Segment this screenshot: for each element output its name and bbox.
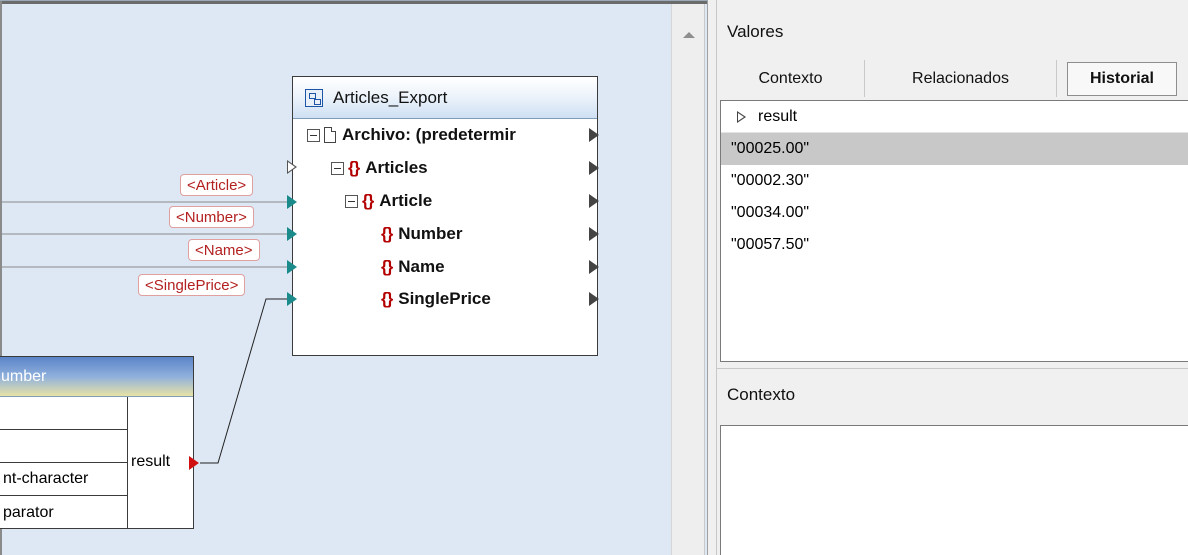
- function-param[interactable]: [0, 397, 128, 430]
- output-port-number[interactable]: [589, 227, 599, 241]
- tree-label: Number: [398, 224, 463, 243]
- function-param[interactable]: nt-character: [0, 463, 128, 496]
- context-content[interactable]: [720, 425, 1188, 555]
- collapse-icon[interactable]: [345, 194, 358, 208]
- tree-label: SinglePrice: [398, 289, 491, 308]
- context-pane: Contexto: [717, 368, 1188, 555]
- element-icon: {}: [381, 257, 393, 276]
- connection-label-singleprice[interactable]: <SinglePrice>: [138, 274, 246, 296]
- connection-label-article[interactable]: <Article>: [180, 174, 254, 196]
- list-item[interactable]: "00025.00": [721, 133, 1188, 165]
- connection-label-number[interactable]: <Number>: [169, 206, 254, 228]
- connection-label-name[interactable]: <Name>: [188, 239, 260, 261]
- tree-row-archivo[interactable]: Archivo: (predetermir: [307, 121, 516, 149]
- function-params: nt-character parator: [0, 397, 128, 529]
- tree-row-articles[interactable]: {} Articles: [331, 154, 428, 182]
- values-column-header[interactable]: result: [721, 101, 1188, 133]
- list-item[interactable]: "00057.50": [721, 229, 1188, 261]
- tree-row-article[interactable]: {} Article: [345, 187, 432, 215]
- output-port-archivo[interactable]: [589, 128, 599, 142]
- collapse-icon[interactable]: [307, 128, 320, 142]
- function-param[interactable]: [0, 430, 128, 463]
- tab-historial[interactable]: Historial: [1067, 62, 1177, 96]
- input-port-singleprice[interactable]: [287, 292, 297, 306]
- input-port-name[interactable]: [287, 260, 297, 274]
- function-header[interactable]: umber: [0, 357, 193, 397]
- element-icon: {}: [348, 158, 360, 177]
- list-item[interactable]: "00002.30": [721, 165, 1188, 197]
- tree-row-number[interactable]: {} Number: [381, 220, 462, 248]
- function-title: umber: [1, 367, 47, 385]
- values-list[interactable]: result "00025.00" "00002.30" "00034.00" …: [720, 100, 1188, 362]
- context-pane-title: Contexto: [727, 385, 796, 404]
- articles-export-component[interactable]: Articles_Export Archivo: (predetermir {}…: [292, 76, 599, 356]
- output-port-articles[interactable]: [589, 161, 599, 175]
- column-header-label: result: [758, 107, 798, 125]
- xml-component-icon: [305, 88, 323, 107]
- input-port-articles[interactable]: [287, 160, 297, 174]
- tree-label: Articles: [365, 158, 428, 177]
- file-icon: [324, 127, 336, 143]
- play-arrow-icon: [737, 110, 746, 123]
- function-result-label: result: [131, 453, 171, 470]
- output-port-name[interactable]: [589, 260, 599, 274]
- mapping-canvas[interactable]: <Article> <Number> <Name> <SinglePrice> …: [0, 0, 707, 555]
- component-header[interactable]: Articles_Export: [293, 77, 597, 119]
- element-icon: {}: [381, 224, 393, 243]
- element-icon: {}: [362, 191, 374, 210]
- tree-label: Archivo: (predetermir: [342, 125, 516, 144]
- element-icon: {}: [381, 289, 393, 308]
- tree-label: Article: [379, 191, 433, 210]
- tree-label: Name: [398, 257, 445, 276]
- component-title: Articles_Export: [333, 87, 448, 107]
- values-tabs: Contexto Relacionados Historial: [717, 60, 1188, 97]
- input-port-article[interactable]: [287, 195, 297, 209]
- tree-row-name[interactable]: {} Name: [381, 253, 445, 281]
- output-port-singleprice[interactable]: [589, 292, 599, 306]
- tab-relacionados[interactable]: Relacionados: [865, 60, 1057, 97]
- function-param[interactable]: parator: [0, 496, 128, 529]
- collapse-icon[interactable]: [331, 161, 344, 175]
- connector-singleprice: [200, 298, 290, 464]
- output-port-article[interactable]: [589, 194, 599, 208]
- scroll-up-icon[interactable]: [683, 32, 695, 38]
- values-pane-title: Valores: [727, 22, 784, 41]
- format-number-function[interactable]: umber nt-character parator result: [0, 356, 194, 529]
- canvas-vertical-scrollbar[interactable]: [671, 4, 705, 555]
- tree-row-singleprice[interactable]: {} SinglePrice: [381, 285, 491, 313]
- input-port-number[interactable]: [287, 227, 297, 241]
- result-output-port[interactable]: [189, 456, 199, 470]
- tab-contexto[interactable]: Contexto: [717, 60, 865, 97]
- values-pane: Valores Contexto Relacionados Historial …: [717, 0, 1188, 368]
- pane-splitter[interactable]: [707, 0, 717, 555]
- list-item[interactable]: "00034.00": [721, 197, 1188, 229]
